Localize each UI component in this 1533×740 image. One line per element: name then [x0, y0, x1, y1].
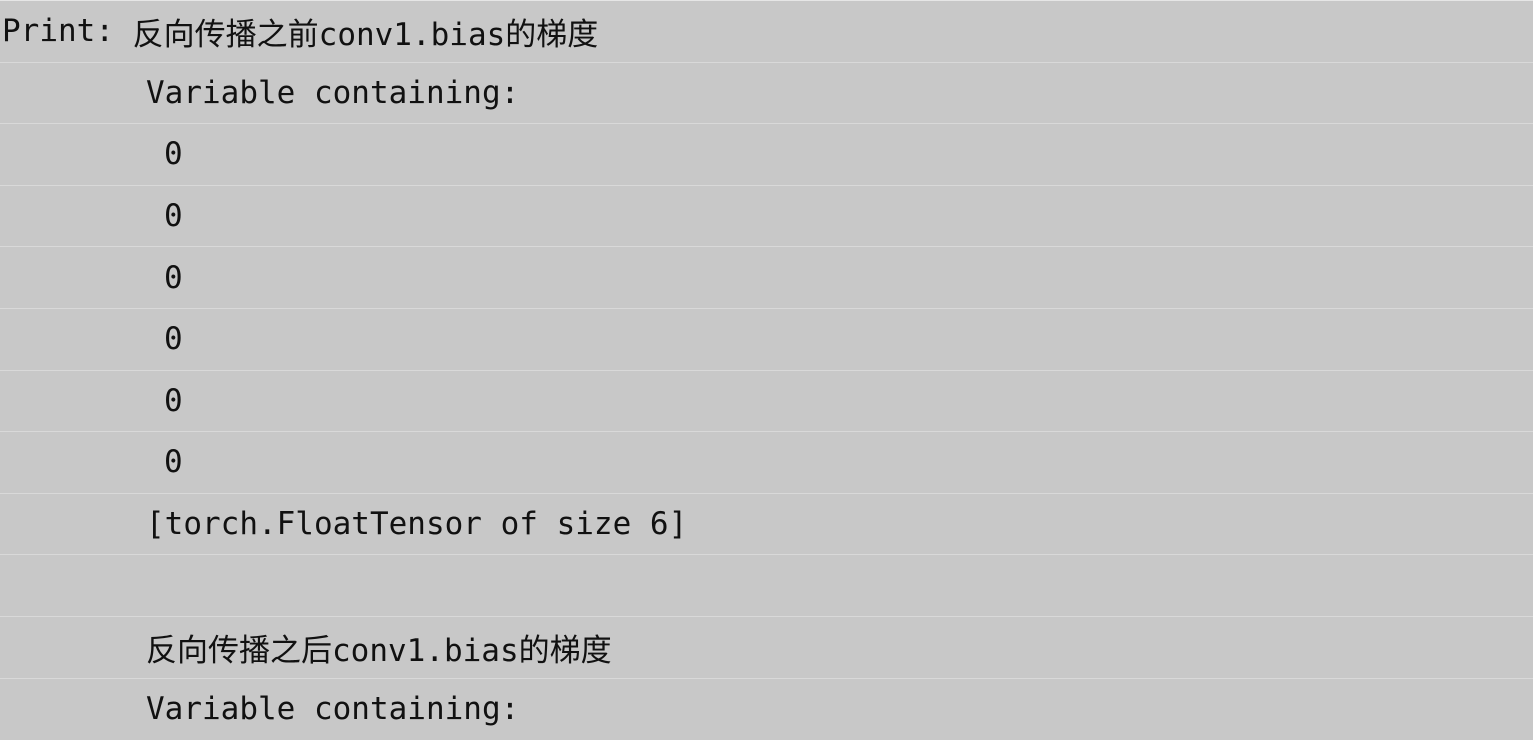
tensor-footer-line: [torch.FloatTensor of size 6]: [0, 494, 1533, 556]
after-backprop-title: 反向传播之后conv1.bias的梯度: [146, 632, 612, 669]
value-cell: 0: [164, 321, 183, 358]
tensor-footer: [torch.FloatTensor of size 6]: [146, 506, 688, 543]
value-row: 0: [0, 309, 1533, 371]
value-row: 0: [0, 247, 1533, 309]
print-label: Print:: [2, 13, 114, 50]
value-row: 0: [0, 371, 1533, 433]
output-line-2: Variable containing:: [0, 63, 1533, 125]
value-cell: 0: [164, 198, 183, 235]
output-line-after-title: 反向传播之后conv1.bias的梯度: [0, 617, 1533, 679]
value-row: 0: [0, 432, 1533, 494]
value-cell: 0: [164, 259, 183, 296]
blank-line: [0, 555, 1533, 617]
value-cell: 0: [164, 382, 183, 419]
variable-header: Variable containing:: [146, 74, 520, 111]
value-row: 0: [0, 186, 1533, 248]
code-output-listing: Print: 反向传播之前conv1.bias的梯度 Variable cont…: [0, 0, 1533, 740]
output-line-1: Print: 反向传播之前conv1.bias的梯度: [0, 1, 1533, 63]
before-backprop-title: 反向传播之前conv1.bias的梯度: [132, 16, 599, 53]
value-row: 0: [0, 124, 1533, 186]
variable-header-after: Variable containing:: [146, 691, 520, 728]
output-line-after-header: Variable containing:: [0, 679, 1533, 740]
value-cell: 0: [164, 444, 183, 481]
value-cell: 0: [164, 136, 183, 173]
